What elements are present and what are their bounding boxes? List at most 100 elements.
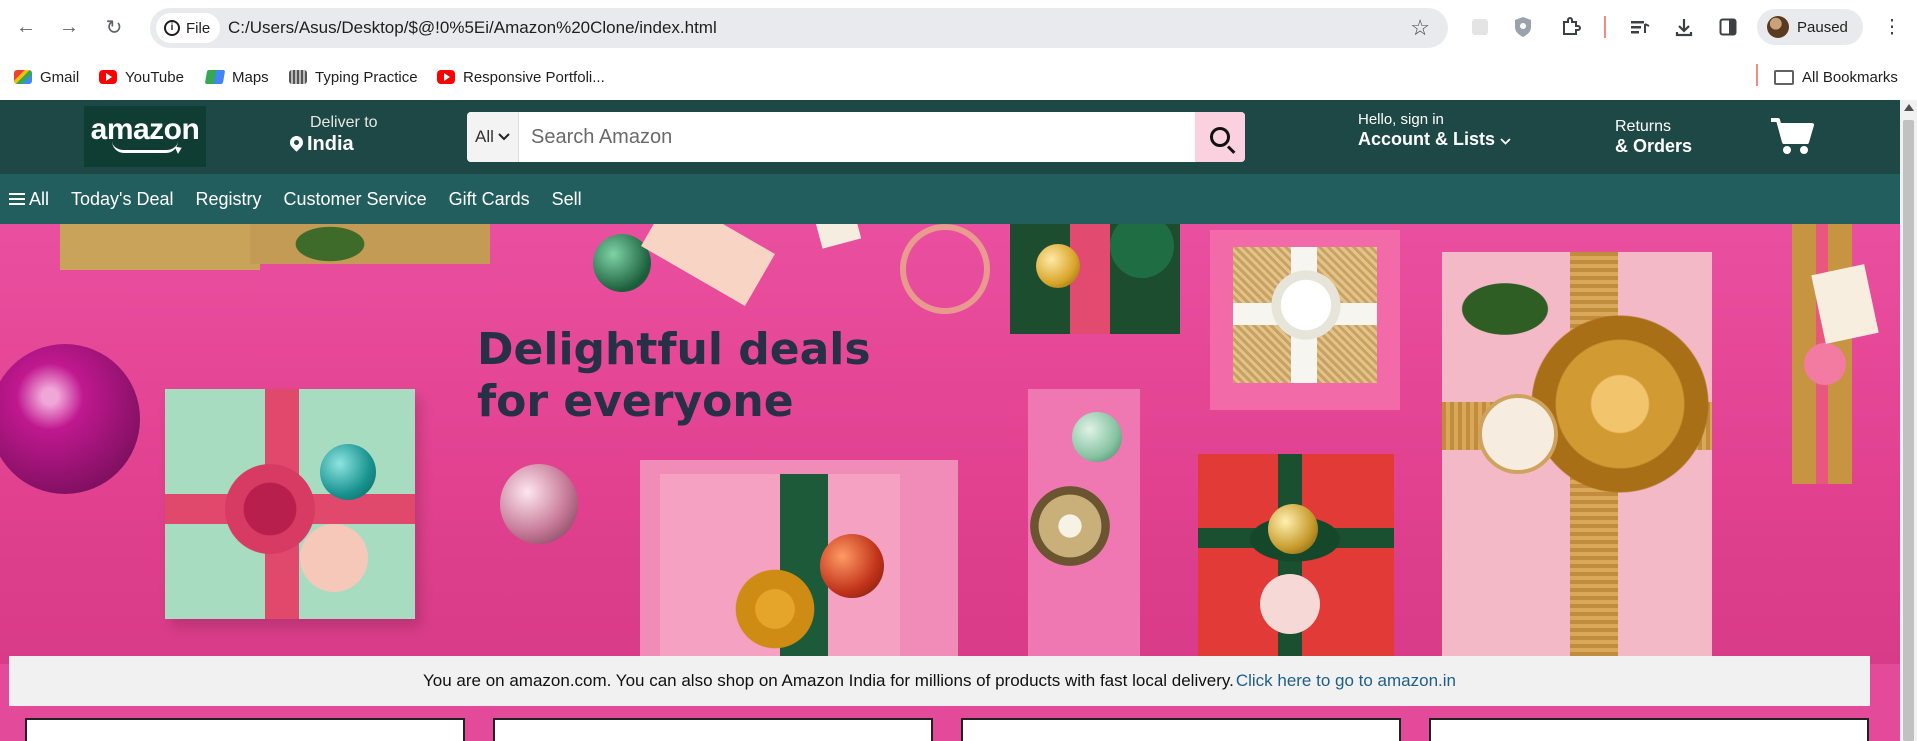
- nav-todays-deal[interactable]: Today's Deal: [71, 189, 174, 210]
- extensions-puzzle-icon[interactable]: [1557, 13, 1585, 41]
- returns-label: Returns: [1615, 118, 1672, 135]
- bookmark-label: YouTube: [125, 68, 184, 86]
- orders-label: & Orders: [1615, 136, 1693, 156]
- page-scrollbar[interactable]: [1900, 100, 1917, 741]
- gold-ornament-image: [720, 554, 830, 664]
- nav-customer-service[interactable]: Customer Service: [284, 189, 427, 210]
- scrollbar-thumb[interactable]: [1903, 120, 1914, 741]
- notice-text: You are on amazon.com. You can also shop…: [423, 671, 1234, 690]
- account-main-label: Account & Lists: [1358, 129, 1496, 149]
- product-card[interactable]: [493, 718, 933, 741]
- returns-orders[interactable]: Returns & Orders: [1615, 118, 1692, 157]
- deliver-label: Deliver to: [310, 114, 378, 131]
- ornament-ball-image: [0, 344, 140, 494]
- profile-button[interactable]: Paused: [1757, 9, 1863, 45]
- bookmark-youtube[interactable]: YouTube: [99, 65, 184, 89]
- gmail-icon: [14, 70, 32, 84]
- search-button[interactable]: [1195, 112, 1245, 162]
- profile-status: Paused: [1797, 18, 1848, 36]
- search-bar: All: [467, 112, 1245, 162]
- forward-arrow-icon[interactable]: →: [56, 14, 82, 40]
- folder-icon: [1774, 69, 1794, 85]
- bookmark-typing-practice[interactable]: Typing Practice: [289, 65, 418, 89]
- ornament-ball-image: [820, 534, 884, 598]
- file-chip-label: File: [186, 19, 211, 37]
- locale-notice: You are on amazon.com. You can also shop…: [9, 656, 1870, 706]
- reload-icon[interactable]: ↻: [101, 14, 127, 40]
- nav-sell[interactable]: Sell: [552, 189, 582, 210]
- ornament-ball-image: [1030, 486, 1110, 566]
- avatar: [1767, 16, 1789, 38]
- all-bookmarks-button[interactable]: All Bookmarks: [1774, 65, 1898, 89]
- more-menu-icon[interactable]: ⋮: [1878, 13, 1906, 41]
- logo-smile-icon: [112, 141, 178, 153]
- reading-list-icon[interactable]: [1626, 13, 1654, 41]
- back-arrow-icon[interactable]: ←: [13, 14, 39, 40]
- url-text[interactable]: C:/Users/Asus/Desktop/$@!0%5Ei/Amazon%20…: [228, 18, 717, 38]
- shield-extension-icon[interactable]: [1509, 13, 1537, 41]
- bookmarks-divider: [1756, 64, 1758, 86]
- gift-tag-image: [1478, 394, 1558, 474]
- hamburger-menu-icon: [9, 193, 25, 205]
- address-bar[interactable]: i File C:/Users/Asus/Desktop/$@!0%5Ei/Am…: [150, 8, 1448, 48]
- download-icon[interactable]: [1670, 13, 1698, 41]
- bookmark-label: Responsive Portfoli...: [463, 68, 605, 86]
- star-decoration-image: [814, 224, 862, 249]
- bookmark-responsive-portfolio[interactable]: Responsive Portfoli...: [437, 65, 605, 89]
- amazon-header: amazon Deliver to India All Hello, sign …: [0, 100, 1900, 174]
- hero-banner: Delightful deals for everyone: [0, 224, 1900, 664]
- search-category-select[interactable]: All: [467, 112, 519, 162]
- search-category-label: All: [475, 127, 494, 146]
- gift-tag-image: [1260, 574, 1320, 634]
- toolbar-divider: [1604, 16, 1606, 38]
- chevron-down-icon: [498, 133, 510, 141]
- nav-gift-cards[interactable]: Gift Cards: [449, 189, 530, 210]
- product-card[interactable]: [961, 718, 1401, 741]
- product-card[interactable]: [1429, 718, 1869, 741]
- hero-title-line1: Delightful deals: [477, 324, 871, 375]
- account-lists[interactable]: Hello, sign in Account & Lists: [1358, 111, 1511, 150]
- youtube-icon: [437, 70, 455, 84]
- extension-puzzle-faded-icon[interactable]: [1466, 13, 1494, 41]
- site-info-chip[interactable]: i File: [156, 13, 221, 43]
- location-pin-icon: [290, 136, 303, 153]
- product-cards-row: [0, 718, 1900, 741]
- hero-title-line2: for everyone: [477, 376, 794, 427]
- search-input[interactable]: [519, 112, 1195, 162]
- bookmark-gmail[interactable]: Gmail: [14, 65, 79, 89]
- ornament-ball-image: [500, 464, 578, 544]
- deliver-location: India: [307, 133, 354, 155]
- bookmarks-bar: Gmail YouTube Maps Typing Practice Respo…: [0, 55, 1917, 100]
- gift-tag-image: [300, 524, 368, 592]
- ornament-ball-image: [320, 444, 376, 500]
- bow-image: [1264, 269, 1348, 341]
- pine-branch-image: [270, 224, 390, 274]
- ornament-ball-image: [1072, 412, 1122, 462]
- youtube-icon: [99, 70, 117, 84]
- scissors-image: [900, 224, 990, 314]
- cart-icon[interactable]: [1769, 116, 1815, 156]
- hero-headline: Delightful deals for everyone: [477, 324, 871, 428]
- all-bookmarks-label: All Bookmarks: [1802, 68, 1898, 86]
- typing-practice-icon: [289, 70, 307, 84]
- info-icon: i: [164, 20, 180, 36]
- bookmark-star-icon[interactable]: ☆: [1410, 15, 1430, 41]
- ornament-ball-image: [1036, 244, 1080, 288]
- bookmark-label: Maps: [232, 68, 269, 86]
- nav-all-menu[interactable]: All: [9, 189, 49, 210]
- amazon-logo[interactable]: amazon: [84, 106, 206, 167]
- page-viewport: amazon Deliver to India All Hello, sign …: [0, 100, 1900, 741]
- side-panel-icon[interactable]: [1714, 13, 1742, 41]
- scroll-up-arrow-icon[interactable]: [1904, 104, 1914, 111]
- deliver-to[interactable]: Deliver to India: [290, 114, 378, 156]
- search-icon: [1210, 127, 1230, 147]
- gift-tag-image: [641, 224, 775, 306]
- product-card[interactable]: [25, 718, 465, 741]
- nav-item-label: All: [29, 188, 50, 209]
- chevron-down-icon: [1500, 138, 1511, 145]
- account-hello: Hello, sign in: [1358, 111, 1444, 128]
- nav-registry[interactable]: Registry: [196, 189, 262, 210]
- browser-toolbar: ← → ↻ i File C:/Users/Asus/Desktop/$@!0%…: [0, 0, 1917, 55]
- bookmark-maps[interactable]: Maps: [204, 65, 269, 89]
- amazon-in-link[interactable]: Click here to go to amazon.in: [1236, 671, 1456, 691]
